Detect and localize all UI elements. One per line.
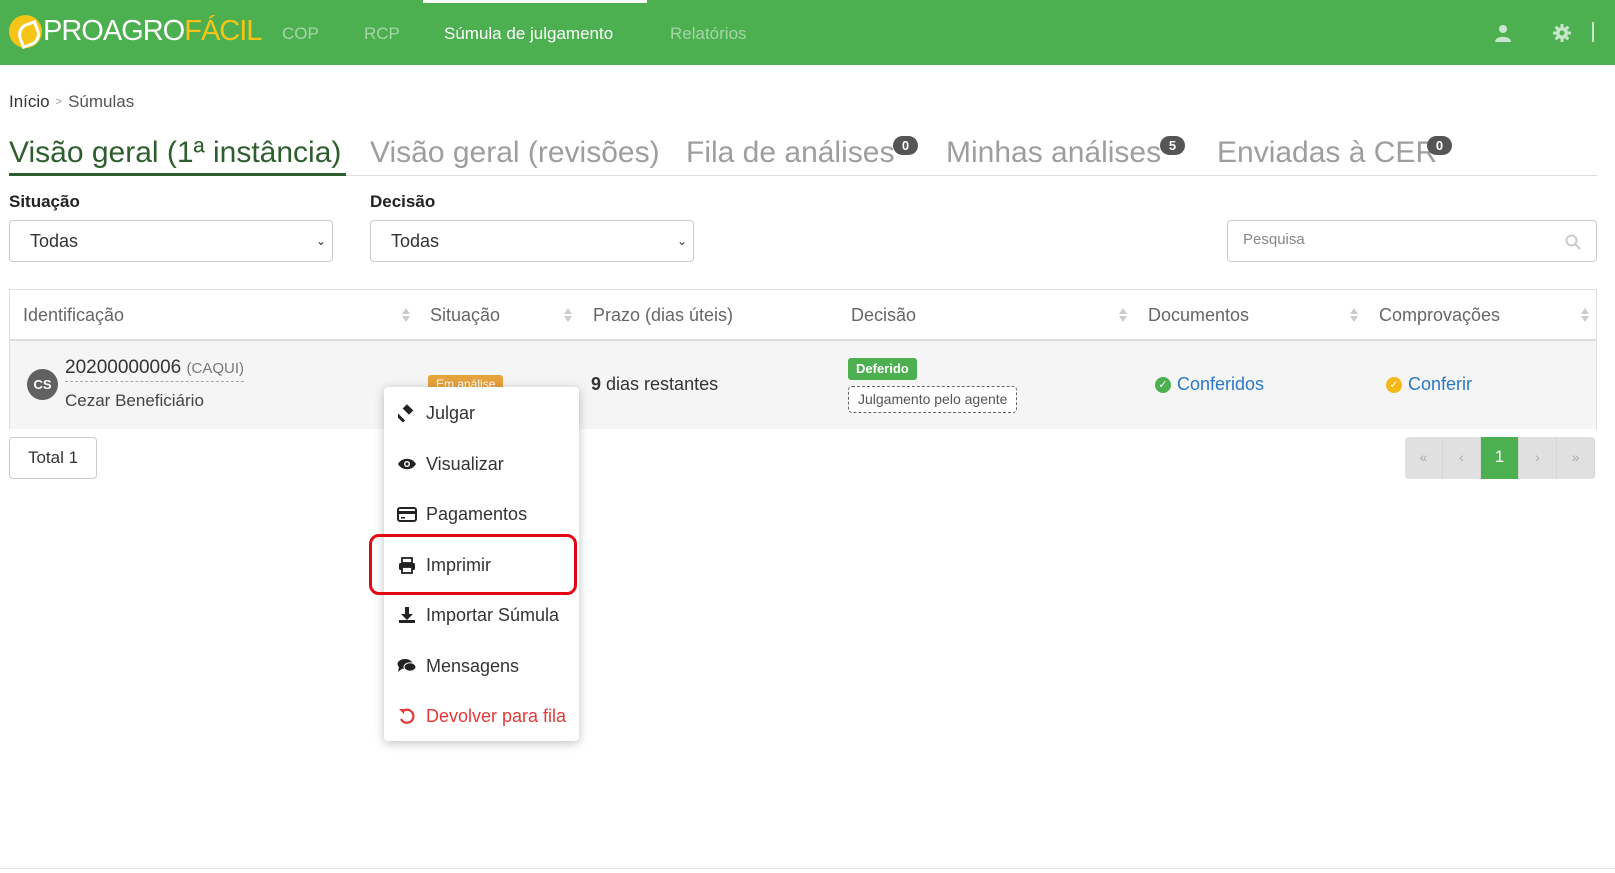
menu-item-julgar[interactable]: Julgar bbox=[384, 393, 579, 433]
app-logo[interactable]: PROAGROFÁCIL bbox=[9, 11, 262, 51]
total-count: Total 1 bbox=[9, 437, 97, 479]
sort-icon[interactable] bbox=[401, 305, 411, 325]
check-circle-icon: ✓ bbox=[1386, 376, 1402, 393]
gear-icon[interactable] bbox=[1553, 24, 1571, 42]
page-first-button[interactable]: « bbox=[1405, 437, 1443, 479]
sort-icon[interactable] bbox=[1349, 305, 1359, 325]
menu-item-devolver[interactable]: Devolver para fila bbox=[384, 696, 579, 736]
credit-card-icon bbox=[397, 504, 417, 524]
page-current-button[interactable]: 1 bbox=[1481, 437, 1519, 479]
minhas-count-badge: 5 bbox=[1160, 136, 1185, 155]
page-bottom-divider bbox=[0, 868, 1615, 869]
header-situacao[interactable]: Situação bbox=[430, 290, 500, 339]
tab-fila-analises[interactable]: Fila de análises bbox=[686, 128, 894, 176]
user-icon[interactable] bbox=[1494, 24, 1512, 42]
comments-icon bbox=[397, 656, 417, 676]
breadcrumb: Início > Súmulas bbox=[9, 92, 134, 112]
search-icon[interactable] bbox=[1565, 234, 1581, 250]
menu-item-label: Importar Súmula bbox=[426, 604, 560, 625]
nav-separator bbox=[1592, 22, 1594, 42]
comprovacoes-link[interactable]: ✓ Conferir bbox=[1386, 374, 1472, 395]
chevron-down-icon: ⌄ bbox=[315, 234, 326, 248]
nav-item-relatorios[interactable]: Relatórios bbox=[670, 0, 747, 65]
logo-leaf-icon bbox=[9, 14, 42, 48]
menu-item-label: Mensagens bbox=[426, 655, 520, 676]
situacao-label: Situação bbox=[9, 192, 80, 211]
table-header: Identificação Situação Prazo (dias úteis… bbox=[10, 290, 1596, 341]
header-identificacao[interactable]: Identificação bbox=[23, 290, 124, 339]
breadcrumb-current: Súmulas bbox=[68, 92, 135, 111]
pagination: « ‹ 1 › » bbox=[1405, 437, 1595, 479]
header-documentos[interactable]: Documentos bbox=[1148, 290, 1249, 339]
situacao-selected-value: Todas bbox=[30, 231, 79, 251]
sumula-id[interactable]: 20200000006 (CAQUI) bbox=[65, 357, 245, 382]
sort-icon[interactable] bbox=[563, 305, 573, 325]
situacao-select[interactable]: Todas ⌄ bbox=[9, 220, 333, 262]
breadcrumb-home[interactable]: Início bbox=[9, 92, 50, 112]
fila-count-badge: 0 bbox=[893, 136, 918, 155]
menu-item-visualizar[interactable]: Visualizar bbox=[384, 444, 579, 484]
sumula-code: (CAQUI) bbox=[186, 360, 245, 377]
tab-visao-geral-1a[interactable]: Visão geral (1ª instância) bbox=[9, 128, 346, 176]
menu-item-label: Devolver para fila bbox=[426, 705, 567, 726]
logo-text: PROAGROFÁCIL bbox=[43, 14, 262, 47]
page-prev-button[interactable]: ‹ bbox=[1443, 437, 1481, 479]
menu-item-pagamentos[interactable]: Pagamentos bbox=[384, 494, 579, 534]
enviadas-count-badge: 0 bbox=[1427, 136, 1452, 155]
decisao-select[interactable]: Todas ⌄ bbox=[370, 220, 694, 262]
eye-icon bbox=[397, 454, 417, 474]
tab-minhas-analises[interactable]: Minhas análises bbox=[946, 128, 1161, 176]
prazo-value: 9 dias restantes bbox=[591, 374, 719, 394]
decisao-label: Decisão bbox=[370, 192, 436, 211]
menu-item-label: Pagamentos bbox=[426, 503, 528, 524]
table-row[interactable]: CS 20200000006 (CAQUI) Cezar Beneficiári… bbox=[10, 341, 1596, 429]
search-input[interactable] bbox=[1243, 231, 1543, 248]
header-decisao[interactable]: Decisão bbox=[851, 290, 916, 339]
sumulas-table: Identificação Situação Prazo (dias úteis… bbox=[9, 289, 1597, 429]
menu-item-importar-sumula[interactable]: Importar Súmula bbox=[384, 595, 579, 635]
tab-visao-geral-revisoes[interactable]: Visão geral (revisões) bbox=[370, 128, 660, 176]
decision-badge: Deferido bbox=[848, 358, 917, 380]
beneficiary-name: Cezar Beneficiário bbox=[65, 391, 204, 410]
check-circle-icon: ✓ bbox=[1155, 376, 1171, 393]
sort-icon[interactable] bbox=[1118, 305, 1128, 325]
nav-item-cop[interactable]: COP bbox=[282, 0, 319, 65]
decision-note-badge: Julgamento pelo agente bbox=[848, 386, 1018, 413]
tab-enviadas-cer[interactable]: Enviadas à CER bbox=[1217, 128, 1437, 176]
breadcrumb-separator: > bbox=[55, 96, 63, 108]
avatar: CS bbox=[27, 369, 58, 400]
gavel-icon bbox=[397, 403, 417, 423]
search-box bbox=[1227, 220, 1597, 262]
header-prazo: Prazo (dias úteis) bbox=[593, 305, 734, 325]
decisao-selected-value: Todas bbox=[391, 231, 440, 251]
nav-item-rcp[interactable]: RCP bbox=[364, 0, 400, 65]
nav-item-sumula[interactable]: Súmula de julgamento bbox=[423, 0, 647, 65]
imprimir-highlight-box bbox=[369, 534, 577, 595]
top-navbar: PROAGROFÁCIL COP RCP Súmula de julgament… bbox=[0, 0, 1615, 65]
menu-item-label: Visualizar bbox=[426, 453, 504, 474]
menu-item-label: Julgar bbox=[426, 402, 476, 423]
menu-item-mensagens[interactable]: Mensagens bbox=[384, 646, 579, 686]
header-comprovacoes[interactable]: Comprovações bbox=[1379, 290, 1500, 339]
download-icon bbox=[397, 605, 417, 625]
undo-icon bbox=[397, 706, 417, 726]
page-last-button[interactable]: » bbox=[1557, 437, 1595, 479]
page-next-button[interactable]: › bbox=[1519, 437, 1557, 479]
sort-icon[interactable] bbox=[1580, 305, 1590, 325]
tab-bar: Visão geral (1ª instância) Visão geral (… bbox=[9, 128, 1597, 176]
chevron-down-icon: ⌄ bbox=[676, 234, 687, 248]
documentos-link[interactable]: ✓ Conferidos bbox=[1155, 374, 1264, 395]
